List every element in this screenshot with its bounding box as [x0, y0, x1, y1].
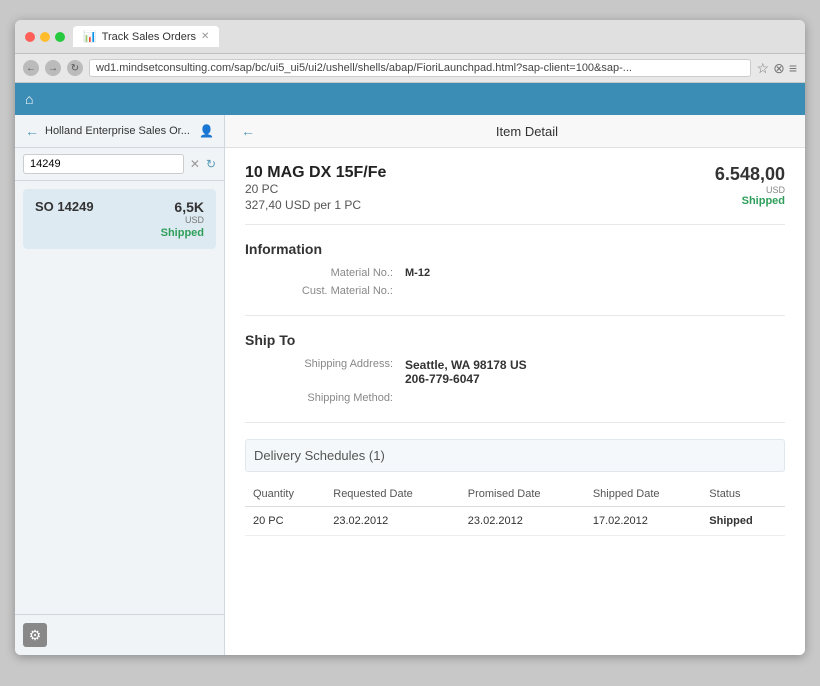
refresh-icon[interactable]: ↻ [206, 157, 216, 171]
back-nav-button[interactable]: ← [23, 60, 39, 76]
right-panel: ← Item Detail 10 MAG DX 15F/Fe 20 PC 327… [225, 115, 805, 655]
cust-material-no-label: Cust. Material No.: [245, 285, 405, 297]
minimize-button[interactable] [40, 32, 50, 42]
col-requested-date: Requested Date [325, 482, 460, 507]
maximize-button[interactable] [55, 32, 65, 42]
home-icon[interactable]: ⌂ [25, 91, 33, 107]
col-quantity: Quantity [245, 482, 325, 507]
item-shipped-status: Shipped [715, 195, 785, 207]
row-status: Shipped [701, 507, 785, 536]
ship-to-section: Ship To Shipping Address: Seattle, WA 98… [245, 332, 785, 423]
shipping-method-row: Shipping Method: [245, 392, 785, 404]
tab-close-icon[interactable]: ✕ [201, 31, 209, 42]
traffic-lights [25, 32, 65, 42]
app-shell: ⌂ ← Holland Enterprise Sales Or... 👤 ✕ ↻ [15, 83, 805, 655]
cust-material-no-row: Cust. Material No.: [245, 285, 785, 297]
material-no-row: Material No.: M-12 [245, 267, 785, 279]
address-bar[interactable]: wd1.mindsetconsulting.com/sap/bc/ui5_ui5… [89, 59, 751, 77]
shipping-address-value: Seattle, WA 98178 US 206-779-6047 [405, 358, 527, 386]
address-line2: 206-779-6047 [405, 372, 527, 386]
information-section: Information Material No.: M-12 Cust. Mat… [245, 241, 785, 316]
toolbar-icons: ☆ ⊗ ≡ [757, 60, 797, 77]
row-quantity: 20 PC [245, 507, 325, 536]
item-price: 6.548,00 [715, 164, 785, 184]
gear-icon: ⚙ [29, 627, 42, 644]
col-shipped-date: Shipped Date [585, 482, 701, 507]
delivery-table: Quantity Requested Date Promised Date Sh… [245, 482, 785, 536]
close-button[interactable] [25, 32, 35, 42]
app-body: ← Holland Enterprise Sales Or... 👤 ✕ ↻ S… [15, 115, 805, 655]
item-price-block: 6.548,00 USD Shipped [715, 164, 785, 207]
address-line1: Seattle, WA 98178 US [405, 358, 527, 372]
refresh-nav-button[interactable]: ↻ [67, 60, 83, 76]
panel-title: Holland Enterprise Sales Or... [45, 125, 193, 137]
left-panel-header: ← Holland Enterprise Sales Or... 👤 [15, 115, 224, 148]
tab-title: Track Sales Orders [102, 31, 196, 43]
browser-titlebar: 📊 Track Sales Orders ✕ [15, 20, 805, 54]
item-name: 10 MAG DX 15F/Fe [245, 164, 386, 182]
item-header: 10 MAG DX 15F/Fe 20 PC 327,40 USD per 1 … [245, 164, 785, 225]
search-bar: ✕ ↻ [15, 148, 224, 181]
right-panel-back-arrow[interactable]: ← [241, 123, 255, 139]
star-icon[interactable]: ☆ [757, 60, 770, 77]
col-promised-date: Promised Date [460, 482, 585, 507]
so-list: SO 14249 6,5K USD Shipped [15, 181, 224, 614]
tab-icon: 📊 [83, 30, 97, 43]
col-status: Status [701, 482, 785, 507]
browser-window: 📊 Track Sales Orders ✕ ← → ↻ wd1.mindset… [15, 20, 805, 655]
ship-to-table: Shipping Address: Seattle, WA 98178 US 2… [245, 358, 785, 404]
forward-nav-button[interactable]: → [45, 60, 61, 76]
browser-tab[interactable]: 📊 Track Sales Orders ✕ [73, 26, 219, 47]
item-price-currency: USD [715, 185, 785, 195]
item-unit-price: 327,40 USD per 1 PC [245, 198, 386, 212]
delivery-row: 20 PC 23.02.2012 23.02.2012 17.02.2012 S… [245, 507, 785, 536]
row-shipped-date: 17.02.2012 [585, 507, 701, 536]
item-detail-content: 10 MAG DX 15F/Fe 20 PC 327,40 USD per 1 … [225, 148, 805, 552]
delivery-table-header-row: Quantity Requested Date Promised Date Sh… [245, 482, 785, 507]
settings-icon[interactable]: ⚙ [23, 623, 47, 647]
shipping-method-label: Shipping Method: [245, 392, 405, 404]
information-title: Information [245, 241, 785, 257]
shipping-address-row: Shipping Address: Seattle, WA 98178 US 2… [245, 358, 785, 386]
bookmark-icon[interactable]: ⊗ [773, 60, 785, 77]
panel-header-icons: 👤 [199, 124, 214, 138]
so-status: Shipped [35, 227, 204, 239]
right-panel-title: Item Detail [265, 124, 789, 139]
app-header: ⌂ [15, 83, 805, 115]
clear-search-icon[interactable]: ✕ [190, 157, 200, 171]
so-card[interactable]: SO 14249 6,5K USD Shipped [23, 189, 216, 249]
so-amount-value: 6,5K [174, 199, 204, 215]
shipping-address-label: Shipping Address: [245, 358, 405, 386]
browser-toolbar: ← → ↻ wd1.mindsetconsulting.com/sap/bc/u… [15, 54, 805, 83]
item-quantity: 20 PC [245, 182, 386, 196]
menu-icon[interactable]: ≡ [789, 60, 797, 77]
ship-to-title: Ship To [245, 332, 785, 348]
left-panel: ← Holland Enterprise Sales Or... 👤 ✕ ↻ S… [15, 115, 225, 655]
person-icon[interactable]: 👤 [199, 124, 214, 138]
info-table: Material No.: M-12 Cust. Material No.: [245, 267, 785, 297]
delivery-schedules-section: Delivery Schedules (1) Quantity Requeste… [245, 439, 785, 536]
item-info-left: 10 MAG DX 15F/Fe 20 PC 327,40 USD per 1 … [245, 164, 386, 212]
search-input[interactable] [23, 154, 184, 174]
delivery-schedules-title: Delivery Schedules (1) [245, 439, 785, 472]
material-no-value: M-12 [405, 267, 430, 279]
so-currency: USD [174, 215, 204, 225]
row-promised-date: 23.02.2012 [460, 507, 585, 536]
so-amount-block: 6,5K USD [174, 199, 204, 225]
row-requested-date: 23.02.2012 [325, 507, 460, 536]
so-card-header: SO 14249 6,5K USD [35, 199, 204, 225]
right-panel-header: ← Item Detail [225, 115, 805, 148]
material-no-label: Material No.: [245, 267, 405, 279]
left-panel-back-arrow[interactable]: ← [25, 123, 39, 139]
so-number: SO 14249 [35, 199, 94, 214]
left-panel-footer: ⚙ [15, 614, 224, 655]
